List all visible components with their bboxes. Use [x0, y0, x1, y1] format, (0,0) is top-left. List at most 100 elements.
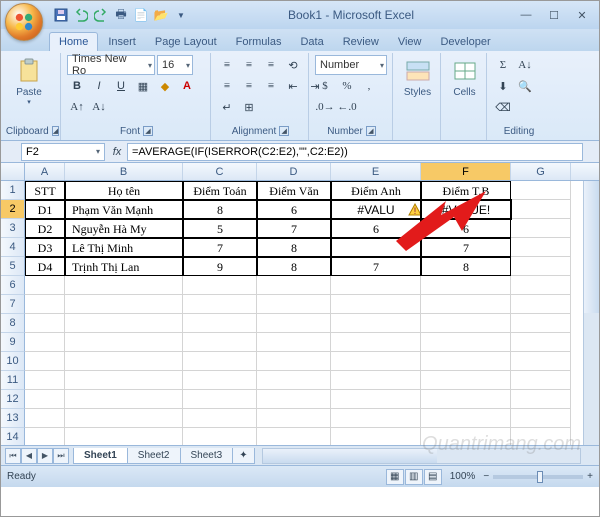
font-launcher-icon[interactable]: ◢ — [143, 126, 153, 136]
cell[interactable]: 6 — [257, 200, 331, 219]
row-header-5[interactable]: 5 — [1, 257, 25, 276]
wrap-text-button[interactable]: ↵ — [217, 97, 237, 117]
currency-button[interactable]: $ — [315, 76, 335, 96]
cell[interactable]: 5 — [183, 219, 257, 238]
align-left-button[interactable]: ≡ — [217, 76, 237, 96]
cell[interactable]: 7 — [421, 238, 511, 257]
cell[interactable]: D1 — [25, 200, 65, 219]
cell[interactable]: Lê Thị Minh — [65, 238, 183, 257]
cell[interactable]: D3 — [25, 238, 65, 257]
cells-button[interactable]: Cells — [447, 55, 482, 100]
col-header-e[interactable]: E — [331, 163, 421, 180]
cell[interactable]: 6 — [421, 219, 511, 238]
align-center-button[interactable]: ≡ — [239, 76, 259, 96]
tab-insert[interactable]: Insert — [99, 33, 145, 51]
clipboard-launcher-icon[interactable]: ◢ — [52, 126, 59, 136]
align-top-button[interactable]: ≡ — [217, 55, 237, 75]
cell[interactable]: 7 — [257, 219, 331, 238]
shrink-font-button[interactable]: A↓ — [89, 97, 109, 117]
cell[interactable]: Trịnh Thị Lan — [65, 257, 183, 276]
tab-home[interactable]: Home — [49, 32, 98, 51]
cell[interactable] — [511, 257, 571, 276]
cell[interactable]: 7 — [331, 257, 421, 276]
cell[interactable]: STT — [25, 181, 65, 200]
col-header-c[interactable]: C — [183, 163, 257, 180]
fx-button[interactable]: fx — [107, 146, 127, 158]
undo-icon[interactable] — [73, 7, 89, 23]
cell[interactable]: Phạm Văn Mạnh — [65, 200, 183, 219]
sheet-tab-2[interactable]: Sheet2 — [127, 448, 181, 464]
row-header-3[interactable]: 3 — [1, 219, 25, 238]
redo-icon[interactable] — [93, 7, 109, 23]
paste-button[interactable]: Paste▾ — [9, 55, 49, 108]
zoom-slider[interactable] — [493, 475, 583, 479]
maximize-button[interactable]: ☐ — [541, 6, 567, 24]
col-header-f[interactable]: F — [421, 163, 511, 180]
align-right-button[interactable]: ≡ — [261, 76, 281, 96]
indent-dec-button[interactable]: ⇤ — [283, 76, 303, 96]
sheet-tab-3[interactable]: Sheet3 — [180, 448, 234, 464]
worksheet-grid[interactable]: A B C D E F G 1 STT Họ tên Điểm Toán Điể… — [1, 163, 599, 445]
cell[interactable]: 8 — [257, 257, 331, 276]
cell[interactable]: Điểm T.B — [421, 181, 511, 200]
cell[interactable]: Điểm Anh — [331, 181, 421, 200]
save-icon[interactable] — [53, 7, 69, 23]
tab-nav-first-icon[interactable]: ⏮ — [5, 448, 21, 464]
qat-dropdown-icon[interactable]: ▼ — [173, 7, 189, 23]
name-box[interactable]: F2▾ — [21, 143, 105, 161]
select-all-corner[interactable] — [1, 163, 25, 180]
font-color-button[interactable]: A — [177, 76, 197, 96]
cell[interactable] — [511, 238, 571, 257]
sort-button[interactable]: A↓ — [515, 55, 535, 75]
tab-view[interactable]: View — [389, 33, 431, 51]
cell[interactable] — [331, 238, 421, 257]
cell[interactable]: 8 — [183, 200, 257, 219]
tab-nav-prev-icon[interactable]: ◀ — [21, 448, 37, 464]
fill-button[interactable]: ⬇ — [493, 76, 513, 96]
grow-font-button[interactable]: A↑ — [67, 97, 87, 117]
tab-page-layout[interactable]: Page Layout — [146, 33, 226, 51]
col-header-a[interactable]: A — [25, 163, 65, 180]
cell[interactable] — [511, 219, 571, 238]
number-format-combo[interactable]: Number▾ — [315, 55, 387, 75]
row-header-1[interactable]: 1 — [1, 181, 25, 200]
sheet-tab-1[interactable]: Sheet1 — [73, 448, 128, 464]
page-layout-view-button[interactable]: ▥ — [405, 469, 423, 485]
border-button[interactable]: ▦ — [133, 76, 153, 96]
cell[interactable]: D2 — [25, 219, 65, 238]
qat-print-icon[interactable]: 🖶 — [113, 7, 129, 23]
col-header-d[interactable]: D — [257, 163, 331, 180]
tab-data[interactable]: Data — [291, 33, 332, 51]
qat-open-icon[interactable]: 📂 — [153, 7, 169, 23]
clear-button[interactable]: ⌫ — [493, 97, 513, 117]
cell-selected[interactable]: ! #VALUE! — [421, 200, 511, 219]
underline-button[interactable]: U — [111, 76, 131, 96]
decrease-decimal-button[interactable]: ←.0 — [337, 97, 357, 117]
cell[interactable] — [511, 181, 571, 200]
align-middle-button[interactable]: ≡ — [239, 55, 259, 75]
cell[interactable]: D4 — [25, 257, 65, 276]
align-launcher-icon[interactable]: ◢ — [279, 126, 289, 136]
tab-formulas[interactable]: Formulas — [227, 33, 291, 51]
align-bottom-button[interactable]: ≡ — [261, 55, 281, 75]
formula-input[interactable]: =AVERAGE(IF(ISERROR(C2:E2),"",C2:E2)) — [127, 143, 583, 161]
cell[interactable]: #VALU! — [331, 200, 421, 219]
tab-developer[interactable]: Developer — [431, 33, 499, 51]
cell[interactable]: 9 — [183, 257, 257, 276]
minimize-button[interactable]: — — [513, 6, 539, 24]
page-break-view-button[interactable]: ▤ — [424, 469, 442, 485]
find-button[interactable]: 🔍 — [515, 76, 535, 96]
cell[interactable]: Điểm Toán — [183, 181, 257, 200]
bold-button[interactable]: B — [67, 76, 87, 96]
tab-nav-last-icon[interactable]: ⏭ — [53, 448, 69, 464]
horizontal-scrollbar[interactable] — [262, 448, 581, 464]
font-size-combo[interactable]: 16▾ — [157, 55, 193, 75]
vertical-scrollbar[interactable] — [583, 181, 599, 445]
merge-button[interactable]: ⊞ — [239, 97, 259, 117]
tab-review[interactable]: Review — [334, 33, 388, 51]
cell[interactable]: 7 — [183, 238, 257, 257]
new-sheet-button[interactable]: ✦ — [232, 448, 254, 464]
cell[interactable]: Họ tên — [65, 181, 183, 200]
italic-button[interactable]: I — [89, 76, 109, 96]
row-header-2[interactable]: 2 — [1, 200, 25, 219]
